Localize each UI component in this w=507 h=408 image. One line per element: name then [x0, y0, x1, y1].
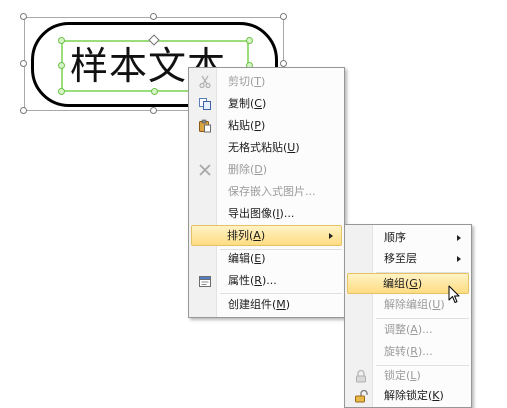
- menu-item-arrange[interactable]: 排列(A): [191, 225, 342, 246]
- submenu-item-rotate[interactable]: 旋转(R)...: [347, 341, 469, 363]
- text-handle-bottom-left[interactable]: [58, 88, 65, 95]
- resize-handle-left[interactable]: [20, 60, 27, 67]
- menu-item-label: 排列(A): [227, 229, 266, 242]
- menu-item-label: 移至层: [384, 252, 417, 265]
- context-menu: 剪切(T) 复制(C) 粘贴(P) 无格式粘贴(U) 删除(D) 保存嵌入式图片…: [188, 67, 345, 318]
- menu-item-cut[interactable]: 剪切(T): [191, 71, 342, 93]
- text-handle-top-left[interactable]: [58, 37, 65, 44]
- menu-item-label: 粘贴(P): [228, 119, 266, 132]
- menu-item-properties[interactable]: 属性(R)...: [191, 270, 342, 292]
- menu-item-label: 锁定(L): [384, 369, 421, 382]
- text-handle-left[interactable]: [58, 62, 65, 69]
- text-handle-top-right[interactable]: [246, 37, 253, 44]
- resize-handle-top[interactable]: [150, 13, 157, 20]
- properties-icon: [199, 276, 211, 287]
- submenu-item-move-to-layer[interactable]: 移至层: [347, 248, 469, 270]
- paste-icon: [199, 119, 211, 133]
- menu-item-label: 调整(A)...: [384, 323, 433, 336]
- resize-handle-top-right[interactable]: [280, 13, 287, 20]
- arrange-submenu: 顺序 移至层 编组(G) 解除编组(U) 调整(A)... 旋转(R)... 锁…: [344, 224, 472, 408]
- menu-item-label: 属性(R)...: [228, 274, 277, 287]
- mouse-cursor-icon: [448, 285, 460, 303]
- resize-handle-bottom[interactable]: [150, 107, 157, 114]
- copy-icon: [199, 98, 211, 110]
- text-handle-bottom[interactable]: [151, 88, 158, 95]
- menu-item-label: 无格式粘贴(U): [228, 141, 300, 154]
- menu-item-label: 解除编组(U): [384, 298, 445, 311]
- submenu-item-unlock[interactable]: 解除锁定(K): [347, 385, 469, 407]
- menu-item-label: 创建组件(M): [228, 298, 291, 311]
- menu-item-label: 删除(D): [228, 163, 268, 176]
- menu-item-label: 解除锁定(K): [384, 389, 444, 402]
- menu-item-label: 导出图像(I)...: [228, 207, 295, 220]
- menu-item-edit[interactable]: 编辑(E): [191, 248, 342, 270]
- menu-item-label: 顺序: [384, 231, 406, 244]
- menu-item-paste-plain[interactable]: 无格式粘贴(U): [191, 137, 342, 159]
- submenu-item-order[interactable]: 顺序: [347, 227, 469, 249]
- resize-handle-bottom-left[interactable]: [20, 107, 27, 114]
- resize-handle-top-left[interactable]: [20, 13, 27, 20]
- scissors-icon: [199, 75, 211, 89]
- submenu-arrow-icon: [457, 256, 461, 262]
- menu-item-create-component[interactable]: 创建组件(M): [191, 294, 342, 316]
- submenu-arrow-icon: [457, 235, 461, 241]
- lock-icon: [356, 369, 366, 383]
- menu-item-label: 编辑(E): [228, 252, 266, 265]
- menu-item-paste[interactable]: 粘贴(P): [191, 115, 342, 137]
- submenu-arrow-icon: [329, 233, 333, 239]
- menu-item-export-image[interactable]: 导出图像(I)...: [191, 203, 342, 225]
- submenu-item-lock[interactable]: 锁定(L): [347, 365, 469, 387]
- menu-item-label: 保存嵌入式图片...: [228, 185, 316, 198]
- menu-item-label: 复制(C): [228, 97, 267, 110]
- menu-item-label: 旋转(R)...: [384, 345, 433, 358]
- menu-item-label: 编组(G): [383, 277, 423, 290]
- menu-item-delete[interactable]: 删除(D): [191, 159, 342, 181]
- submenu-item-adjust[interactable]: 调整(A)...: [347, 319, 469, 341]
- menu-item-label: 剪切(T): [228, 75, 266, 88]
- resize-handle-right[interactable]: [280, 60, 287, 67]
- menu-item-save-embedded-image[interactable]: 保存嵌入式图片...: [191, 181, 342, 203]
- delete-x-icon: [199, 164, 211, 176]
- menu-item-copy[interactable]: 复制(C): [191, 93, 342, 115]
- unlock-icon: [355, 389, 368, 403]
